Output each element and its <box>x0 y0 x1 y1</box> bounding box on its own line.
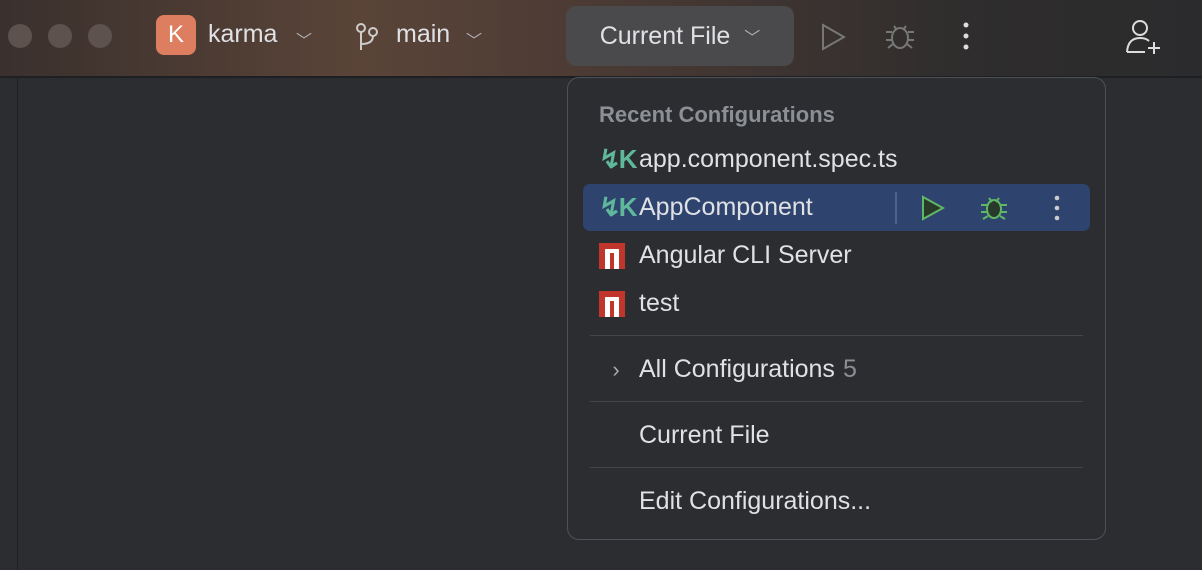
window-close-button[interactable] <box>8 24 32 48</box>
all-configurations-item[interactable]: › All Configurations 5 <box>583 346 1090 393</box>
separator <box>590 467 1083 468</box>
edit-configurations-label: Edit Configurations... <box>639 487 872 515</box>
config-item-appcomponent[interactable]: ↯K AppComponent <box>583 184 1090 231</box>
divider <box>895 192 897 224</box>
tool-window-strip <box>0 78 18 570</box>
config-item-app-component-spec[interactable]: ↯K app.component.spec.ts <box>583 136 1090 183</box>
add-user-icon[interactable] <box>1124 18 1164 56</box>
chevron-down-icon: ﹀ <box>466 33 483 50</box>
recent-configurations-header: Recent Configurations <box>599 102 835 127</box>
run-config-button[interactable] <box>919 194 947 222</box>
chevron-right-icon: › <box>612 356 620 382</box>
chevron-down-icon: ﹀ <box>296 33 313 50</box>
config-item-test[interactable]: test <box>583 280 1090 327</box>
config-label: app.component.spec.ts <box>639 145 898 173</box>
debug-button[interactable] <box>884 20 916 52</box>
edit-configurations-item[interactable]: Edit Configurations... <box>583 478 1090 525</box>
npm-icon <box>599 242 633 269</box>
run-config-selector[interactable]: Current File ﹀ <box>566 6 794 66</box>
run-config-label: Current File <box>599 21 731 50</box>
project-badge[interactable]: K <box>156 15 196 55</box>
debug-config-button[interactable] <box>979 192 1009 222</box>
separator <box>590 335 1083 336</box>
current-file-item[interactable]: Current File <box>583 412 1090 459</box>
title-bar: K karma ﹀ main ﹀ Current File ﹀ <box>0 0 1202 78</box>
window-minimize-button[interactable] <box>48 24 72 48</box>
separator <box>590 401 1083 402</box>
config-label: AppComponent <box>639 193 813 221</box>
current-file-label: Current File <box>639 421 770 449</box>
all-configurations-label: All Configurations <box>639 355 835 383</box>
window-zoom-button[interactable] <box>88 24 112 48</box>
branch-selector[interactable]: main <box>396 20 450 49</box>
more-icon[interactable] <box>958 20 974 52</box>
run-button[interactable] <box>818 22 848 52</box>
configuration-count: 5 <box>842 355 857 383</box>
run-configurations-popup: Recent Configurations ↯K app.component.sp… <box>567 77 1106 540</box>
karma-icon: ↯K <box>599 144 638 174</box>
config-more-button[interactable] <box>1051 194 1063 222</box>
karma-icon: ↯K <box>599 192 638 222</box>
config-label: Angular CLI Server <box>639 241 852 269</box>
config-label: test <box>639 289 680 317</box>
config-item-angular-cli-server[interactable]: Angular CLI Server <box>583 232 1090 279</box>
chevron-down-icon: ﹀ <box>744 30 761 47</box>
npm-icon <box>599 290 633 317</box>
branch-icon <box>356 23 378 50</box>
project-selector[interactable]: karma <box>208 20 277 49</box>
